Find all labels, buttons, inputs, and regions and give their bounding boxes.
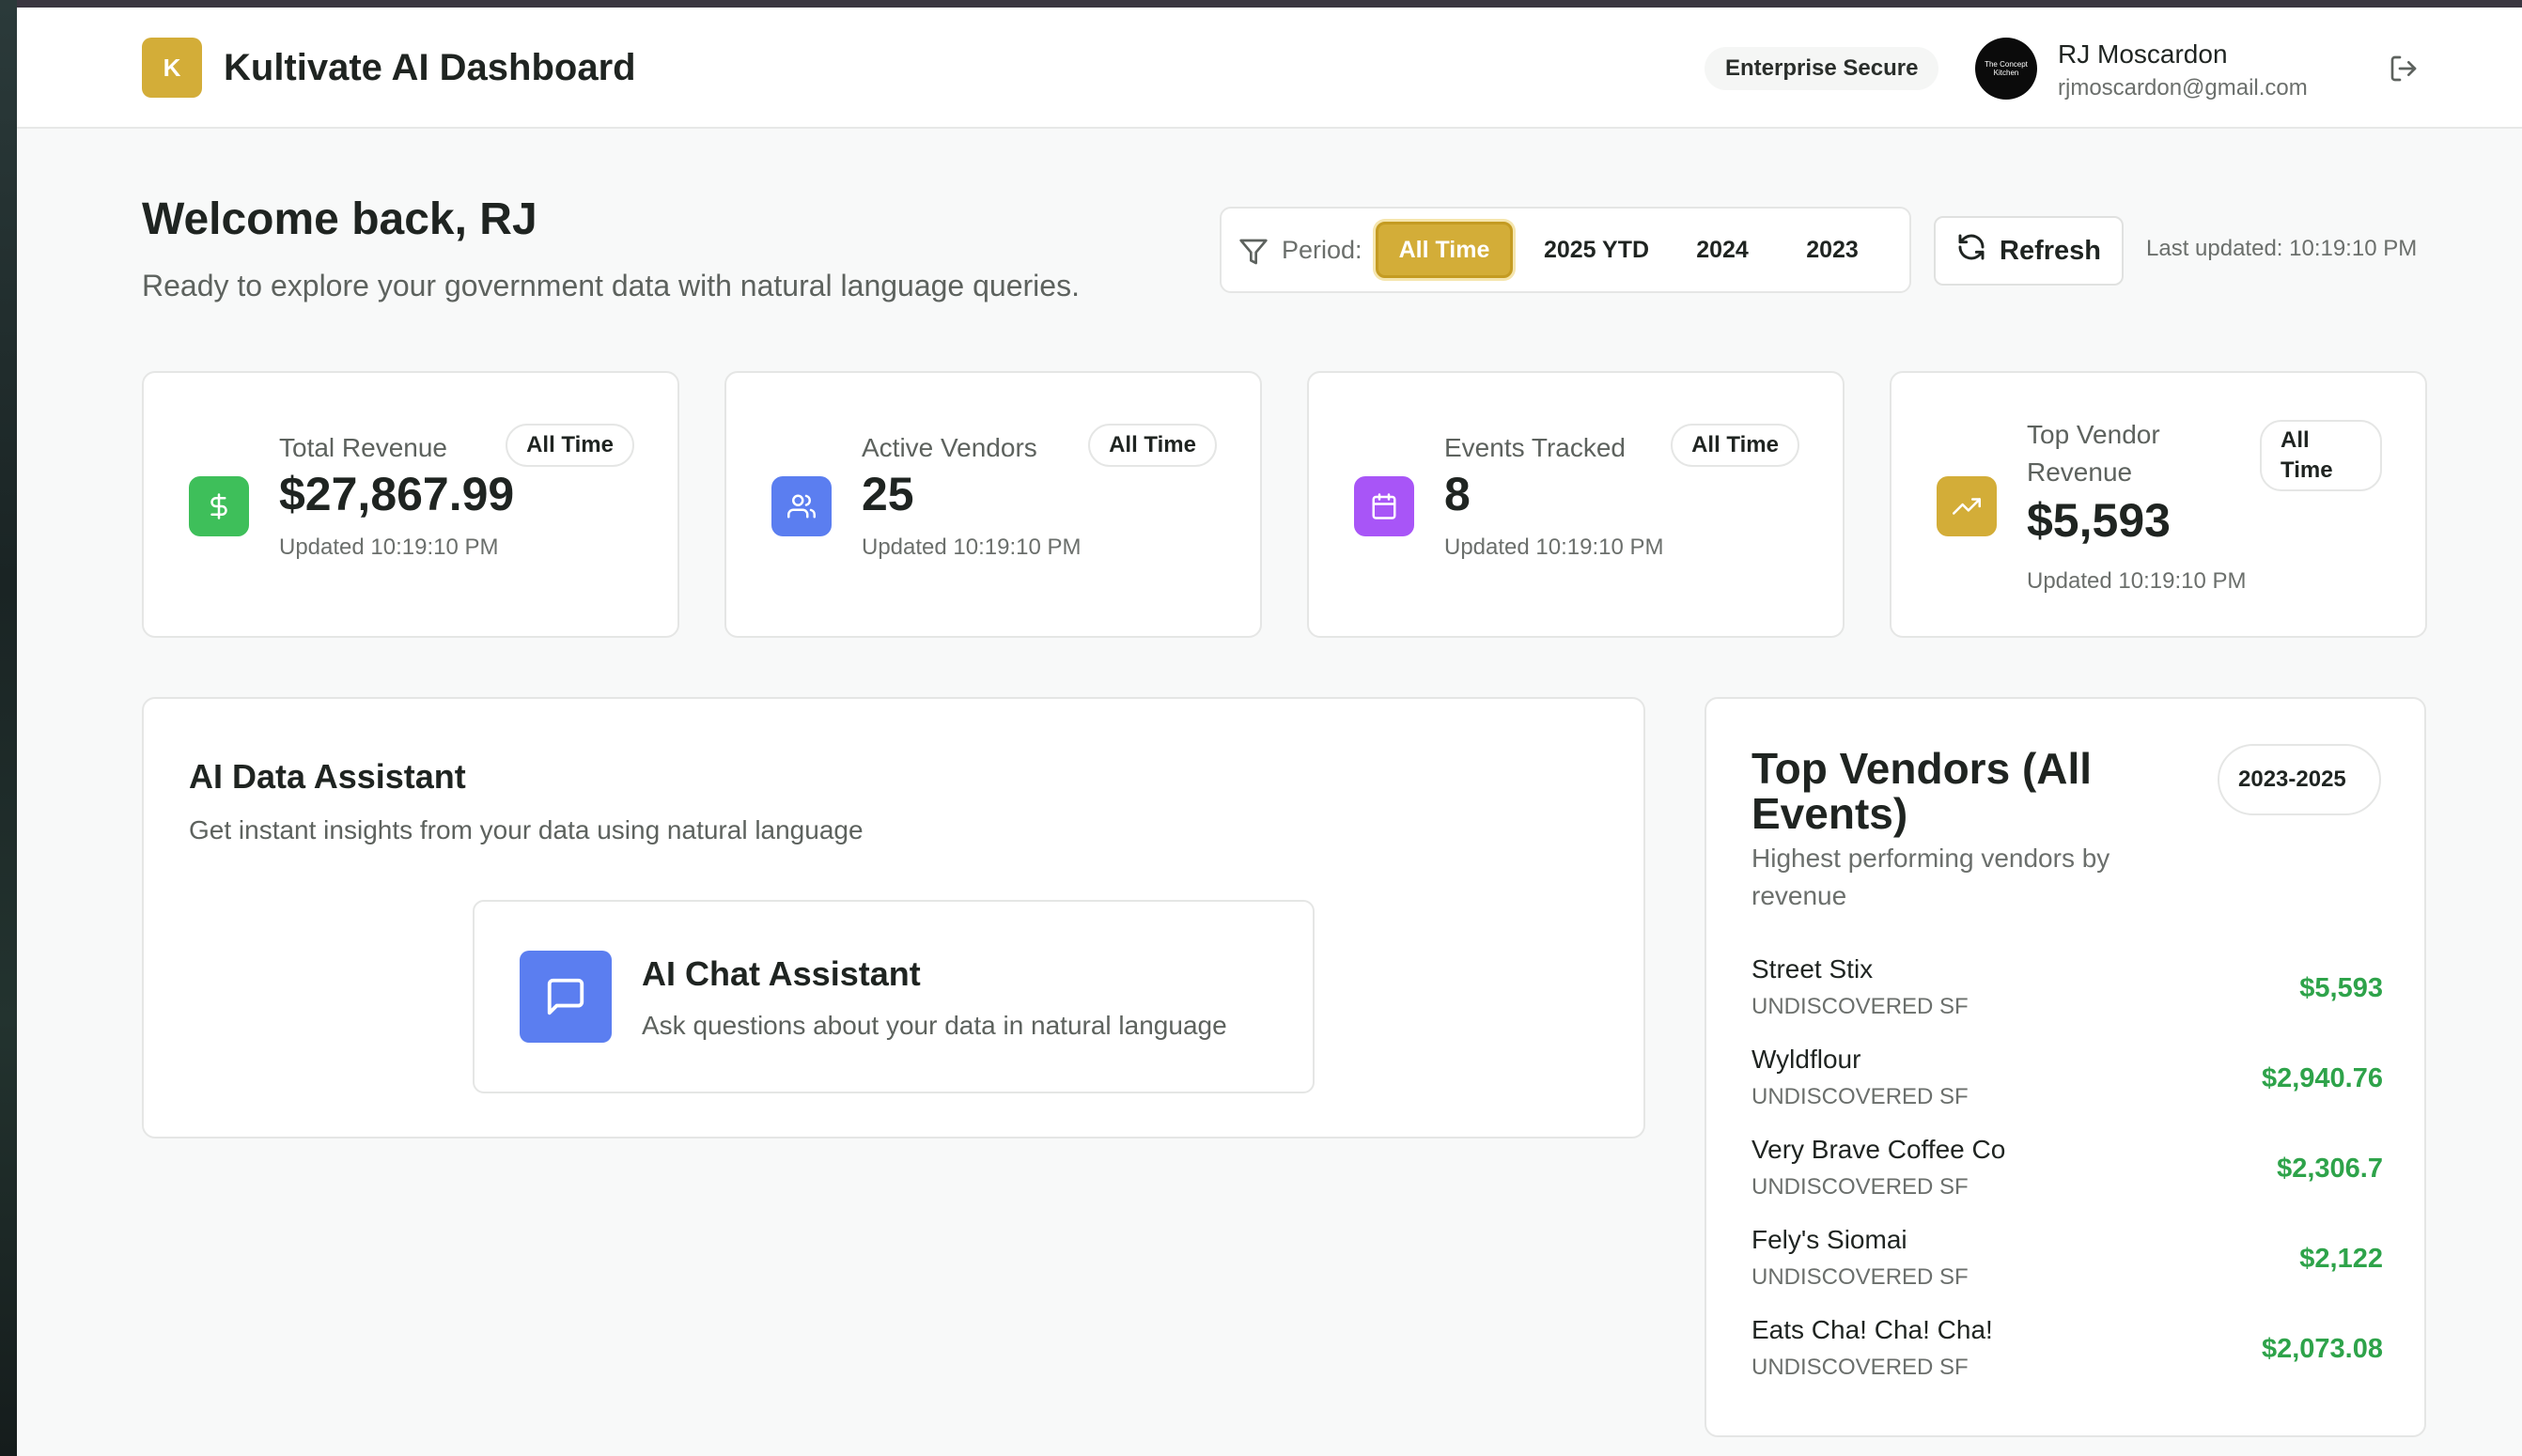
chat-subtitle: Ask questions about your data in natural… [642, 1011, 1227, 1040]
period-option-2025-ytd[interactable]: 2025 YTD [1528, 222, 1665, 278]
stat-title: Total Revenue [279, 433, 448, 462]
stat-period-badge: All Time [506, 424, 634, 467]
vendor-location: UNDISCOVERED SF [1751, 1264, 1969, 1290]
vendor-name: Fely's Siomai [1751, 1225, 1907, 1254]
top-vendors-title: Top Vendors (All Events) [1751, 744, 2093, 838]
refresh-button[interactable]: Refresh [1934, 216, 2124, 286]
last-updated: Last updated: 10:19:10 PM [2146, 236, 2418, 261]
period-option-all-time[interactable]: All Time [1376, 222, 1513, 278]
stat-updated: Updated 10:19:10 PM [279, 534, 499, 560]
assistant-title: AI Data Assistant [189, 757, 466, 796]
vendor-location: UNDISCOVERED SF [1751, 1174, 1969, 1200]
stat-card-top-vendor-revenue: Top Vendor Revenue All Time $5,593 Updat… [1890, 371, 2427, 638]
stat-card-active-vendors: Active Vendors All Time 25 Updated 10:19… [724, 371, 1262, 638]
period-option-2024[interactable]: 2024 [1678, 222, 1767, 278]
stat-title: Events Tracked [1444, 433, 1626, 462]
list-item[interactable]: Eats Cha! Cha! Cha! UNDISCOVERED SF $2,0… [1751, 1315, 2383, 1390]
stat-card-total-revenue: Total Revenue All Time $27,867.99 Update… [142, 371, 679, 638]
calendar-icon [1354, 476, 1414, 536]
stat-title: Active Vendors [862, 433, 1037, 462]
window-top-edge [0, 0, 2522, 8]
dollar-icon [189, 476, 249, 536]
vendor-name: Street Stix [1751, 954, 1874, 984]
list-item[interactable]: Fely's Siomai UNDISCOVERED SF $2,122 [1751, 1225, 2383, 1300]
vendor-location: UNDISCOVERED SF [1751, 994, 1969, 1019]
user-email: rjmoscardon@gmail.com [2058, 75, 2308, 101]
page-subtitle: Ready to explore your government data wi… [142, 269, 1080, 302]
stat-period-badge: All Time [1088, 424, 1217, 467]
top-header: K Kultivate AI Dashboard Enterprise Secu… [17, 8, 2522, 129]
stat-period-badge: All Time [1671, 424, 1799, 467]
app-logo[interactable]: K [142, 38, 202, 98]
stat-value: 8 [1444, 468, 1471, 520]
security-badge: Enterprise Secure [1705, 47, 1939, 90]
refresh-icon [1956, 232, 1986, 270]
stat-updated: Updated 10:19:10 PM [2027, 568, 2247, 594]
vendor-name: Wyldflour [1751, 1045, 1861, 1074]
user-name: RJ Moscardon [2058, 39, 2228, 69]
period-option-2023[interactable]: 2023 [1785, 222, 1879, 278]
app-title: Kultivate AI Dashboard [224, 47, 636, 88]
assistant-subtitle: Get instant insights from your data usin… [189, 815, 864, 844]
vendor-revenue: $2,122 [2299, 1244, 2383, 1274]
chat-icon [520, 951, 612, 1043]
list-item[interactable]: Wyldflour UNDISCOVERED SF $2,940.76 [1751, 1045, 2383, 1120]
top-vendors-card: Top Vendors (All Events) Highest perform… [1705, 697, 2426, 1437]
background-window-edge [0, 0, 17, 1456]
refresh-label: Refresh [2000, 235, 2101, 266]
users-icon [771, 476, 832, 536]
stat-title: Top Vendor Revenue [2027, 420, 2160, 487]
logout-icon[interactable] [2389, 54, 2419, 84]
list-item[interactable]: Very Brave Coffee Co UNDISCOVERED SF $2,… [1751, 1135, 2383, 1210]
stat-card-events-tracked: Events Tracked All Time 8 Updated 10:19:… [1307, 371, 1845, 638]
period-label: Period: [1282, 236, 1362, 264]
stat-value: $5,593 [2027, 494, 2171, 547]
vendor-location: UNDISCOVERED SF [1751, 1355, 1969, 1380]
stat-updated: Updated 10:19:10 PM [862, 534, 1082, 560]
filter-icon [1238, 237, 1269, 267]
vendor-revenue: $2,940.76 [2261, 1063, 2383, 1093]
chat-title: AI Chat Assistant [642, 954, 921, 993]
vendor-revenue: $2,073.08 [2261, 1334, 2383, 1364]
vendor-name: Very Brave Coffee Co [1751, 1135, 2006, 1164]
vendor-revenue: $2,306.7 [2277, 1154, 2383, 1184]
avatar[interactable]: The Concept Kitchen [1975, 38, 2037, 100]
stat-period-badge: All Time [2260, 420, 2382, 491]
period-filter: Period: All Time 2025 YTD 2024 2023 [1220, 207, 1911, 293]
dashboard-app: K Kultivate AI Dashboard Enterprise Secu… [17, 8, 2522, 1456]
year-range-badge: 2023-2025 [2218, 744, 2381, 815]
ai-chat-assistant-button[interactable]: AI Chat Assistant Ask questions about yo… [473, 900, 1315, 1093]
ai-data-assistant-card: AI Data Assistant Get instant insights f… [142, 697, 1645, 1138]
list-item[interactable]: Street Stix UNDISCOVERED SF $5,593 [1751, 954, 2383, 1030]
vendor-revenue: $5,593 [2299, 973, 2383, 1003]
top-vendors-subtitle: Highest performing vendors by revenue [1751, 844, 2110, 910]
page-title: Welcome back, RJ [142, 194, 537, 244]
vendor-location: UNDISCOVERED SF [1751, 1084, 1969, 1109]
trending-up-icon [1937, 476, 1997, 536]
vendor-name: Eats Cha! Cha! Cha! [1751, 1315, 1993, 1344]
stat-updated: Updated 10:19:10 PM [1444, 534, 1664, 560]
stat-value: $27,867.99 [279, 468, 515, 520]
stat-value: 25 [862, 468, 914, 520]
